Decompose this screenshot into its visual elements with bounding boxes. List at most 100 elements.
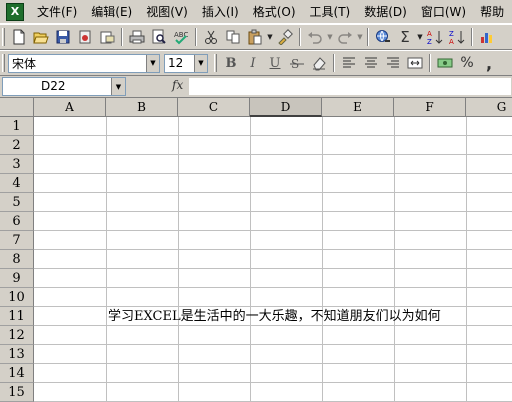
font-name-dropdown-arrow[interactable]: ▼ — [146, 54, 159, 72]
formula-input[interactable] — [188, 77, 512, 96]
toolbar-grip — [214, 54, 217, 72]
hyperlink-button[interactable] — [372, 26, 394, 48]
toolbar-grip[interactable] — [2, 54, 5, 72]
new-button[interactable] — [8, 26, 30, 48]
paste-dropdown-arrow[interactable]: ▼ — [266, 26, 274, 48]
copy-button[interactable] — [222, 26, 244, 48]
excel-app-icon[interactable]: X — [6, 2, 24, 21]
chart-wizard-button[interactable] — [476, 26, 498, 48]
mail-button[interactable] — [96, 26, 118, 48]
column-header-f[interactable]: F — [394, 98, 466, 117]
print-button[interactable] — [126, 26, 148, 48]
undo-dropdown-arrow[interactable]: ▼ — [326, 26, 334, 48]
menu-bar: X 文件(F) 编辑(E) 视图(V) 插入(I) 格式(O) 工具(T) 数据… — [0, 0, 512, 24]
globe-hyperlink-icon — [376, 30, 390, 42]
menu-file[interactable]: 文件(F) — [30, 3, 84, 20]
spelling-button[interactable]: ABC — [170, 26, 192, 48]
merge-center-button[interactable] — [404, 52, 426, 74]
undo-button[interactable] — [304, 26, 326, 48]
font-size-combo[interactable]: 12 ▼ — [164, 53, 208, 73]
menu-format[interactable]: 格式(O) — [246, 3, 303, 20]
select-all-corner[interactable] — [0, 98, 34, 117]
currency-button[interactable] — [434, 52, 456, 74]
grid-column-line — [250, 117, 251, 402]
clipboard-paste-icon — [248, 29, 262, 45]
row-header-12[interactable]: 12 — [0, 326, 34, 345]
toolbar-grip[interactable] — [2, 28, 5, 46]
row-header-11[interactable]: 11 — [0, 307, 34, 326]
save-button[interactable] — [52, 26, 74, 48]
open-button[interactable] — [30, 26, 52, 48]
copy-icon — [226, 30, 240, 44]
grid-row-line — [34, 211, 512, 212]
menu-view[interactable]: 视图(V) — [139, 3, 195, 20]
menu-help[interactable]: 帮助 — [473, 3, 511, 20]
toolbar-separator — [333, 54, 335, 72]
row-header-7[interactable]: 7 — [0, 231, 34, 250]
row-header-4[interactable]: 4 — [0, 174, 34, 193]
underline-button[interactable]: U — [264, 52, 286, 74]
clear-format-button[interactable] — [308, 52, 330, 74]
strikeout-button[interactable]: S — [286, 52, 308, 74]
column-header-d[interactable]: D — [250, 98, 322, 117]
grid-column-line — [178, 117, 179, 402]
print-preview-icon — [152, 29, 166, 44]
toolbar-separator — [367, 28, 369, 46]
row-header-1[interactable]: 1 — [0, 117, 34, 136]
comma-style-button[interactable]: , — [478, 52, 500, 74]
menu-data[interactable]: 数据(D) — [357, 3, 414, 20]
toolbar-separator — [429, 54, 431, 72]
autosum-dropdown-arrow[interactable]: ▼ — [416, 26, 424, 48]
paste-button[interactable] — [244, 26, 266, 48]
name-box[interactable]: D22 ▼ — [2, 77, 126, 96]
row-header-2[interactable]: 2 — [0, 136, 34, 155]
font-name-combo[interactable]: 宋体 ▼ — [8, 53, 160, 73]
sort-descending-button[interactable]: ZA — [446, 26, 468, 48]
percent-style-button[interactable]: % — [456, 52, 478, 74]
standard-toolbar: ABC ▼ ▼ ▼ Σ ▼ AZ ZA — [0, 24, 512, 50]
permission-button[interactable] — [74, 26, 96, 48]
menu-insert[interactable]: 插入(I) — [195, 3, 246, 20]
sort-ascending-button[interactable]: AZ — [424, 26, 446, 48]
insert-function-icon[interactable]: fx — [172, 78, 183, 92]
cut-button[interactable] — [200, 26, 222, 48]
italic-button[interactable]: I — [242, 52, 264, 74]
menu-window[interactable]: 窗口(W) — [414, 3, 473, 20]
menu-tools[interactable]: 工具(T) — [303, 3, 358, 20]
redo-button[interactable] — [334, 26, 356, 48]
row-header-8[interactable]: 8 — [0, 250, 34, 269]
print-preview-button[interactable] — [148, 26, 170, 48]
column-header-c[interactable]: C — [178, 98, 250, 117]
percent-icon: % — [460, 55, 474, 71]
font-name-value: 宋体 — [12, 56, 37, 71]
row-header-15[interactable]: 15 — [0, 383, 34, 402]
row-header-14[interactable]: 14 — [0, 364, 34, 383]
redo-dropdown-arrow[interactable]: ▼ — [356, 26, 364, 48]
column-header-b[interactable]: B — [106, 98, 178, 117]
menu-edit[interactable]: 编辑(E) — [84, 3, 139, 20]
cell-b11[interactable]: 学习EXCEL是生活中的一大乐趣，不知道朋友们以为如何 — [108, 307, 441, 326]
grid-row-line — [34, 249, 512, 250]
row-header-6[interactable]: 6 — [0, 212, 34, 231]
align-center-button[interactable] — [360, 52, 382, 74]
column-header-g[interactable]: G — [466, 98, 512, 117]
font-size-dropdown-arrow[interactable]: ▼ — [194, 54, 207, 72]
underline-icon: U — [269, 55, 281, 71]
format-painter-button[interactable] — [274, 26, 296, 48]
row-header-3[interactable]: 3 — [0, 155, 34, 174]
column-header-e[interactable]: E — [322, 98, 394, 117]
row-header-13[interactable]: 13 — [0, 345, 34, 364]
grid-column-line — [106, 117, 107, 402]
align-left-button[interactable] — [338, 52, 360, 74]
autosum-button[interactable]: Σ — [394, 26, 416, 48]
mail-recipient-icon — [100, 31, 115, 44]
bold-button[interactable]: B — [220, 52, 242, 74]
row-header-10[interactable]: 10 — [0, 288, 34, 307]
spreadsheet-grid[interactable]: A B C D E F G 1 2 3 4 5 6 7 8 9 10 11 12… — [0, 97, 512, 402]
row-header-5[interactable]: 5 — [0, 193, 34, 212]
name-box-dropdown-arrow[interactable]: ▼ — [111, 78, 125, 95]
align-right-button[interactable] — [382, 52, 404, 74]
row-header-9[interactable]: 9 — [0, 269, 34, 288]
column-header-a[interactable]: A — [34, 98, 106, 117]
new-document-icon — [13, 29, 25, 45]
